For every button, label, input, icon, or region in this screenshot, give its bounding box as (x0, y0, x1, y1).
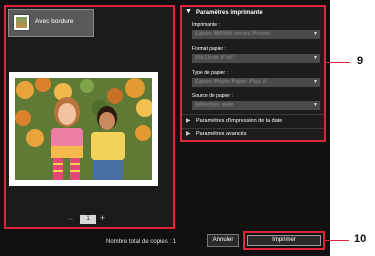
chevron-down-icon: ▼ (313, 55, 318, 61)
callout-line-settings (326, 62, 350, 63)
cancel-button[interactable]: Annuler (207, 234, 239, 247)
print-settings-panel: ▼ Paramètres imprimante Imprimante : Can… (180, 5, 326, 142)
callout-number-settings: 9 (357, 55, 364, 67)
print-button[interactable]: Imprimer (247, 235, 321, 246)
media-type-value: Canon Photo Paper Plus II (195, 79, 267, 85)
printer-select[interactable]: Canon MX000 series Printer ▼ (192, 30, 320, 39)
layout-thumbnail-icon (13, 14, 30, 31)
printer-settings-title: Paramètres imprimante (196, 10, 263, 16)
callout-line-print (325, 240, 349, 241)
paper-source-select[interactable]: Sélection auto ▼ (192, 101, 320, 110)
layout-option-with-border[interactable]: Avec bordure (8, 9, 94, 37)
expand-triangle-icon: ▼ (185, 8, 192, 15)
print-button-highlight: Imprimer (243, 231, 325, 250)
collapse-triangle-icon: ▶ (186, 131, 191, 137)
chevron-down-icon: ▼ (313, 79, 318, 85)
divider (182, 114, 324, 115)
paper-size-select[interactable]: 10x15cm 4"x6" ▼ (192, 54, 320, 63)
paper-size-label: Format papier : (192, 46, 226, 52)
paper-source-label: Source de papier : (192, 93, 233, 99)
paper-size-value: 10x15cm 4"x6" (195, 55, 235, 61)
preview-photo (15, 78, 152, 180)
next-page-button[interactable]: + (100, 213, 105, 223)
print-preview-paper (9, 72, 158, 186)
previous-page-button[interactable]: − (68, 214, 73, 224)
paper-source-value: Sélection auto (195, 102, 234, 108)
printer-label: Imprimante : (192, 22, 220, 28)
printer-settings-header[interactable]: ▼ Paramètres imprimante (182, 7, 324, 21)
media-type-select[interactable]: Canon Photo Paper Plus II ▼ (192, 78, 320, 87)
callout-number-print: 10 (354, 233, 367, 245)
media-type-label: Type de papier : (192, 70, 228, 76)
advanced-settings-title: Paramètres avancés (196, 131, 247, 137)
page-navigator: − 1 + (68, 213, 118, 225)
date-print-settings-header[interactable]: ▶ Paramètres d'impression de la date (182, 116, 324, 127)
total-copies-text: Nombre total de copies : 1 (106, 239, 177, 245)
my-image-garden-print-window: Avec bordure − 1 + ▼ Paramètres impriman… (0, 0, 330, 256)
layout-option-label: Avec bordure (35, 18, 74, 25)
advanced-settings-header[interactable]: ▶ Paramètres avancés (182, 129, 324, 140)
collapse-triangle-icon: ▶ (186, 118, 191, 124)
preview-area: Avec bordure − 1 + (4, 5, 175, 229)
printer-value: Canon MX000 series Printer (195, 31, 271, 37)
page-number-field[interactable]: 1 (80, 215, 96, 224)
date-print-settings-title: Paramètres d'impression de la date (196, 118, 283, 124)
chevron-down-icon: ▼ (313, 31, 318, 37)
chevron-down-icon: ▼ (313, 102, 318, 108)
